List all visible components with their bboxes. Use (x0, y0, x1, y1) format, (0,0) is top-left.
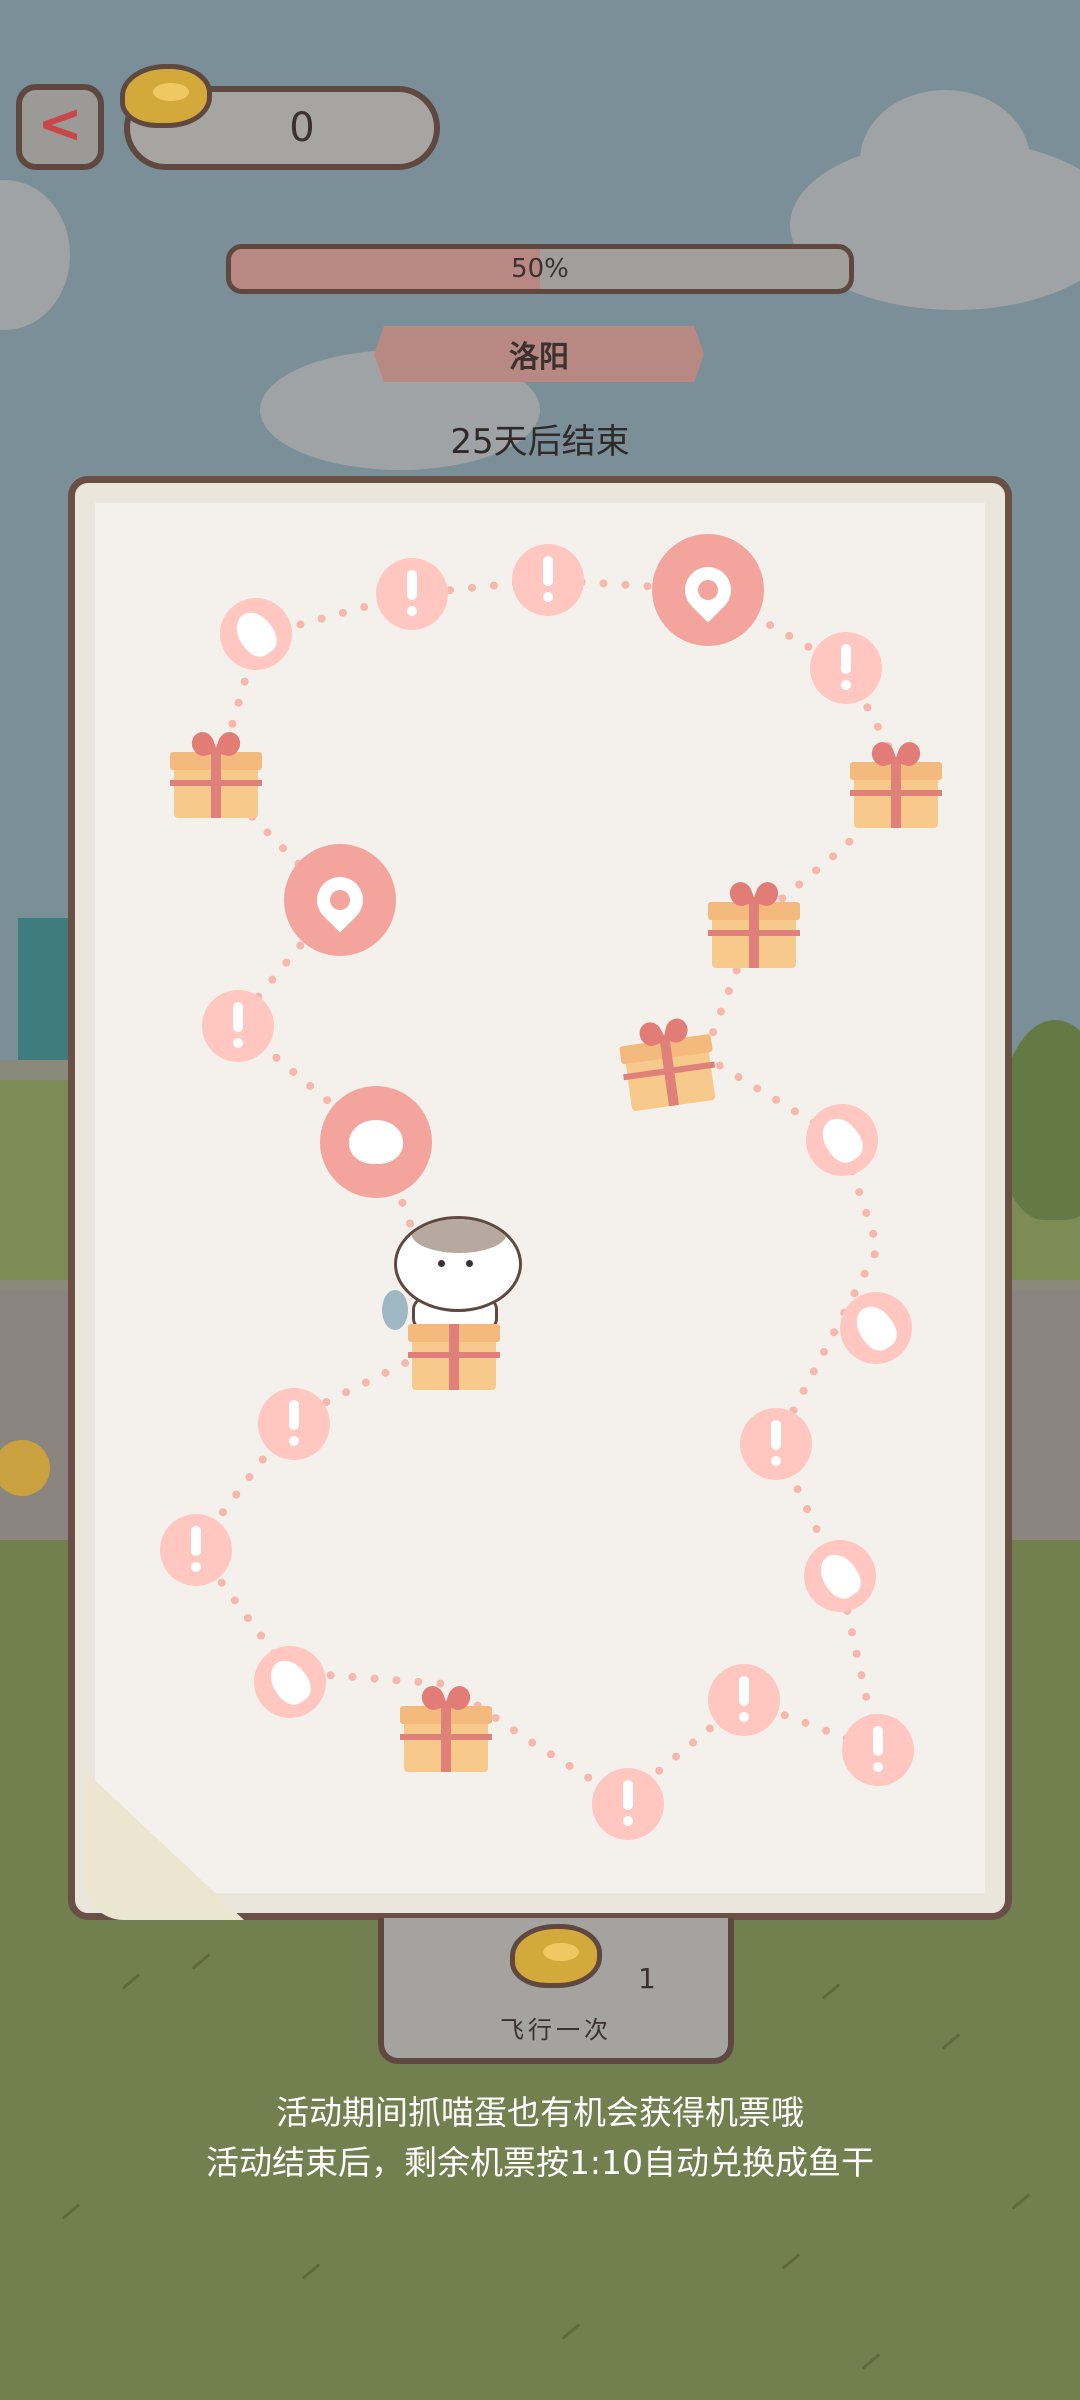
plane-ticket-icon (510, 1924, 602, 1988)
heart-icon (349, 1120, 403, 1164)
location-pin-icon (307, 867, 373, 933)
gift-icon (422, 1684, 470, 1712)
gift-ribbon (170, 780, 262, 786)
map-node-exclamation[interactable] (258, 1388, 330, 1460)
map-node-fish[interactable] (220, 598, 292, 670)
map-node-gift[interactable] (170, 730, 262, 820)
note-line-2: 活动结束后，剩余机票按1:10自动兑换成鱼干 (205, 2143, 875, 2182)
map-node-location[interactable] (652, 534, 764, 646)
map-node-exclamation[interactable] (592, 1768, 664, 1840)
map-node-gift[interactable] (708, 880, 800, 970)
gift-icon (192, 730, 240, 758)
map-node-exclamation[interactable] (740, 1408, 812, 1480)
map-node-fish[interactable] (804, 1540, 876, 1612)
map-node-exclamation[interactable] (842, 1714, 914, 1786)
fish-icon (848, 1299, 904, 1357)
exclamation-icon (189, 1526, 203, 1574)
fish-icon (228, 605, 284, 663)
fly-once-label: 飞行一次 (500, 2016, 612, 2044)
fly-once-button[interactable]: 1 飞行一次 (378, 1918, 734, 2064)
fish-icon (814, 1111, 870, 1169)
map-node-gift[interactable] (850, 740, 942, 830)
cat-eye (466, 1260, 473, 1267)
map-node-fish[interactable] (254, 1646, 326, 1718)
exclamation-icon (405, 570, 419, 618)
gift-ribbon (408, 1352, 500, 1358)
event-notes: 活动期间抓喵蛋也有机会获得机票哦 活动结束后，剩余机票按1:10自动兑换成鱼干 (0, 2088, 1080, 2188)
gift-icon (872, 740, 920, 768)
map-node-exclamation[interactable] (512, 544, 584, 616)
cat-eye (438, 1260, 445, 1267)
map-node-exclamation[interactable] (376, 558, 448, 630)
note-line-1: 活动期间抓喵蛋也有机会获得机票哦 (276, 2093, 804, 2132)
cat-head (394, 1216, 522, 1312)
gift-icon (730, 880, 778, 908)
map-node-fish[interactable] (806, 1104, 878, 1176)
map-node-heart[interactable] (320, 1086, 432, 1198)
exclamation-icon (621, 1780, 635, 1828)
fish-icon (262, 1653, 318, 1711)
map-node-location[interactable] (284, 844, 396, 956)
exclamation-icon (769, 1420, 783, 1468)
map-node-fish[interactable] (840, 1292, 912, 1364)
exclamation-icon (737, 1676, 751, 1724)
map-node-exclamation[interactable] (708, 1664, 780, 1736)
cat-tail (382, 1290, 408, 1330)
map-node-gift[interactable] (616, 1012, 720, 1114)
exclamation-icon (231, 1002, 245, 1050)
map-node-gift-current[interactable] (408, 1302, 500, 1392)
map-node-exclamation[interactable] (810, 632, 882, 704)
gift-ribbon (708, 930, 800, 936)
gift-ribbon (850, 790, 942, 796)
location-pin-icon (675, 557, 741, 623)
exclamation-icon (287, 1400, 301, 1448)
exclamation-icon (871, 1726, 885, 1774)
map-node-exclamation[interactable] (160, 1514, 232, 1586)
gift-ribbon (400, 1734, 492, 1740)
fly-cost: 1 (638, 1962, 656, 1995)
exclamation-icon (541, 556, 555, 604)
map-node-gift[interactable] (400, 1684, 492, 1774)
fish-icon (812, 1547, 868, 1605)
map-node-exclamation[interactable] (202, 990, 274, 1062)
exclamation-icon (839, 644, 853, 692)
